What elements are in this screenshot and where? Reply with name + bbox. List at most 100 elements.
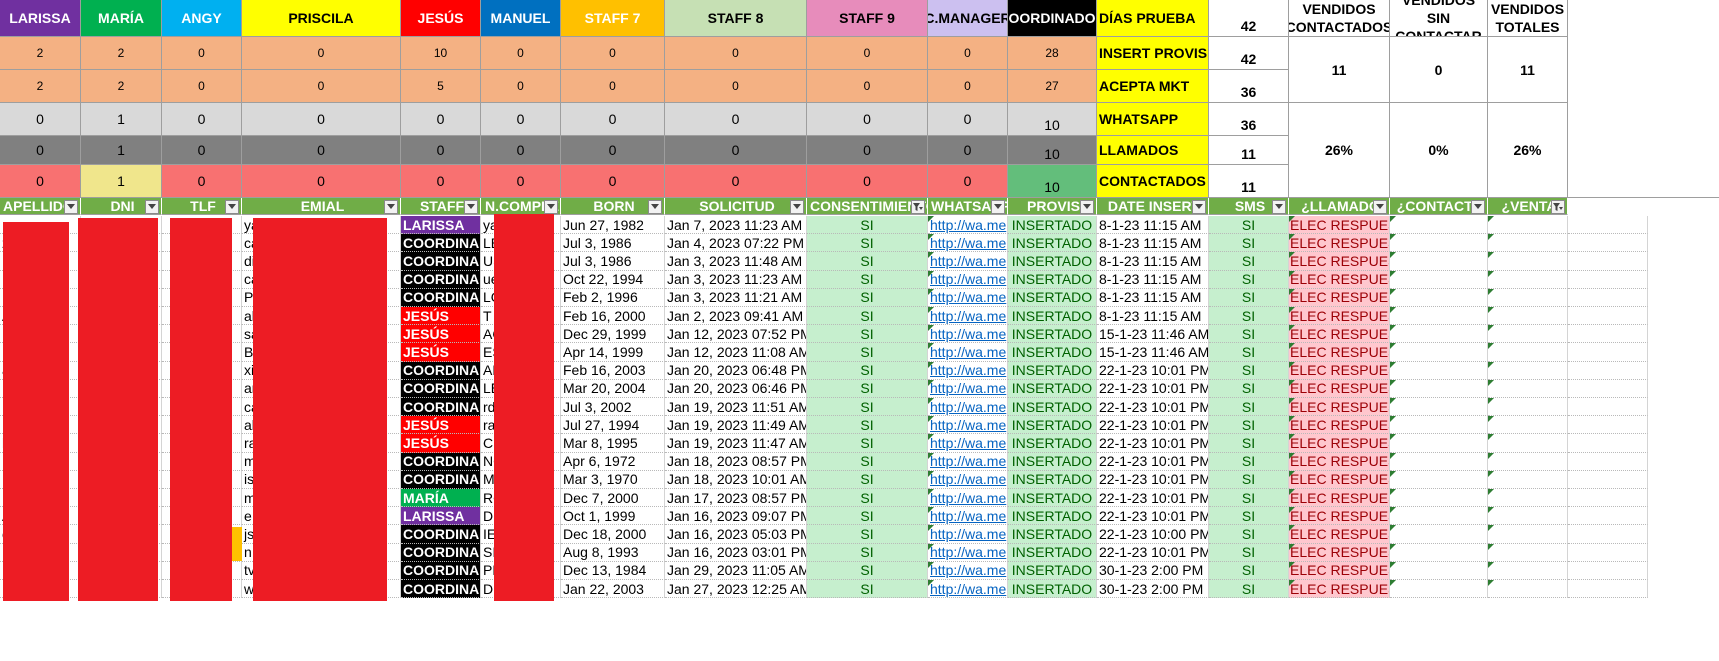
solicitud-cell[interactable]: Jan 20, 2023 06:48 PM (665, 361, 807, 380)
llamado-dropdown[interactable]: ELEC RESPUESTA (1289, 361, 1390, 380)
staff-cell[interactable]: LARISSA (401, 216, 481, 235)
whatsapp-link[interactable]: http://wa.me (928, 398, 1008, 417)
whatsapp-link[interactable]: http://wa.me (928, 525, 1008, 544)
column-header-venta[interactable]: ¿VENTA (1488, 198, 1568, 215)
contacto-cell[interactable] (1390, 325, 1488, 344)
column-header-n-comple[interactable]: N.COMPLE (481, 198, 561, 215)
whatsapp-link[interactable]: http://wa.me (928, 288, 1008, 307)
solicitud-cell[interactable]: Jan 3, 2023 11:21 AM (665, 288, 807, 307)
staff-cell[interactable]: JESÚS (401, 434, 481, 453)
column-header-sms[interactable]: SMS (1209, 198, 1289, 215)
born-cell[interactable]: Mar 8, 1995 (561, 434, 665, 453)
staff-cell[interactable]: COORDINADOR (401, 270, 481, 289)
staff-cell[interactable]: COORDINADOR (401, 398, 481, 417)
sms-cell[interactable]: SI (1209, 216, 1289, 235)
venta-cell[interactable] (1488, 252, 1568, 271)
filter-dropdown-icon[interactable] (145, 200, 159, 214)
venta-cell[interactable] (1488, 234, 1568, 253)
consentimiento-cell[interactable]: SI (807, 398, 928, 417)
date-insert-cell[interactable]: 8-1-23 11:15 AM (1097, 270, 1209, 289)
born-cell[interactable]: Oct 1, 1999 (561, 507, 665, 526)
contacto-cell[interactable] (1390, 452, 1488, 471)
date-insert-cell[interactable]: 22-1-23 10:01 PM (1097, 416, 1209, 435)
filter-dropdown-icon[interactable] (1373, 200, 1387, 214)
born-cell[interactable]: Feb 16, 2000 (561, 307, 665, 326)
staff-cell[interactable]: COORDINADOR (401, 234, 481, 253)
empty-cell[interactable] (1568, 234, 1648, 253)
staff-cell[interactable]: COORDINADOR (401, 252, 481, 271)
consentimiento-cell[interactable]: SI (807, 489, 928, 508)
consentimiento-cell[interactable]: SI (807, 361, 928, 380)
venta-cell[interactable] (1488, 343, 1568, 362)
born-cell[interactable]: Jul 3, 1986 (561, 234, 665, 253)
empty-cell[interactable] (1568, 543, 1648, 562)
consentimiento-cell[interactable]: SI (807, 325, 928, 344)
venta-cell[interactable] (1488, 216, 1568, 235)
whatsapp-link[interactable]: http://wa.me (928, 561, 1008, 580)
filter-active-icon[interactable] (911, 200, 925, 214)
born-cell[interactable]: Apr 14, 1999 (561, 343, 665, 362)
whatsapp-link[interactable]: http://wa.me (928, 343, 1008, 362)
consentimiento-cell[interactable]: SI (807, 379, 928, 398)
contacto-cell[interactable] (1390, 379, 1488, 398)
staff-cell[interactable]: COORDINADOR (401, 525, 481, 544)
date-insert-cell[interactable]: 22-1-23 10:01 PM (1097, 434, 1209, 453)
llamado-dropdown[interactable]: ELEC RESPUESTA (1289, 216, 1390, 235)
filter-dropdown-icon[interactable] (790, 200, 804, 214)
consentimiento-cell[interactable]: SI (807, 543, 928, 562)
contacto-cell[interactable] (1390, 234, 1488, 253)
consentimiento-cell[interactable]: SI (807, 416, 928, 435)
born-cell[interactable]: Dec 7, 2000 (561, 489, 665, 508)
born-cell[interactable]: Jul 3, 1986 (561, 252, 665, 271)
llamado-dropdown[interactable]: ELEC RESPUESTA (1289, 379, 1390, 398)
solicitud-cell[interactable]: Jan 19, 2023 11:51 AM (665, 398, 807, 417)
sms-cell[interactable]: SI (1209, 580, 1289, 599)
solicitud-cell[interactable]: Jan 4, 2023 07:22 PM (665, 234, 807, 253)
whatsapp-link[interactable]: http://wa.me (928, 452, 1008, 471)
column-header-llamado[interactable]: ¿LLAMADO (1289, 198, 1390, 215)
venta-cell[interactable] (1488, 307, 1568, 326)
date-insert-cell[interactable]: 8-1-23 11:15 AM (1097, 252, 1209, 271)
whatsapp-link[interactable]: http://wa.me (928, 234, 1008, 253)
sms-cell[interactable]: SI (1209, 307, 1289, 326)
filter-dropdown-icon[interactable] (64, 200, 78, 214)
sms-cell[interactable]: SI (1209, 343, 1289, 362)
consentimiento-cell[interactable]: SI (807, 216, 928, 235)
date-insert-cell[interactable]: 30-1-23 2:00 PM (1097, 561, 1209, 580)
empty-cell[interactable] (1568, 416, 1648, 435)
born-cell[interactable]: Jan 22, 2003 (561, 580, 665, 599)
born-cell[interactable]: Jun 27, 1982 (561, 216, 665, 235)
llamado-dropdown[interactable]: ELEC RESPUESTA (1289, 234, 1390, 253)
sms-cell[interactable]: SI (1209, 270, 1289, 289)
solicitud-cell[interactable]: Jan 16, 2023 09:07 PM (665, 507, 807, 526)
sms-cell[interactable]: SI (1209, 543, 1289, 562)
provis-cell[interactable]: INSERTADO (1008, 216, 1097, 235)
empty-cell[interactable] (1568, 270, 1648, 289)
staff-cell[interactable]: JESÚS (401, 343, 481, 362)
whatsapp-link[interactable]: http://wa.me (928, 307, 1008, 326)
llamado-dropdown[interactable]: ELEC RESPUESTA (1289, 343, 1390, 362)
date-insert-cell[interactable]: 22-1-23 10:01 PM (1097, 489, 1209, 508)
consentimiento-cell[interactable]: SI (807, 507, 928, 526)
whatsapp-link[interactable]: http://wa.me (928, 489, 1008, 508)
date-insert-cell[interactable]: 8-1-23 11:15 AM (1097, 288, 1209, 307)
venta-cell[interactable] (1488, 325, 1568, 344)
venta-cell[interactable] (1488, 288, 1568, 307)
whatsapp-link[interactable]: http://wa.me (928, 325, 1008, 344)
llamado-dropdown[interactable]: ELEC RESPUESTA (1289, 580, 1390, 599)
date-insert-cell[interactable]: 15-1-23 11:46 AM (1097, 325, 1209, 344)
empty-cell[interactable] (1568, 252, 1648, 271)
consentimiento-cell[interactable]: SI (807, 434, 928, 453)
provis-cell[interactable]: INSERTADO (1008, 288, 1097, 307)
sms-cell[interactable]: SI (1209, 379, 1289, 398)
staff-cell[interactable]: COORDINADOR (401, 470, 481, 489)
filter-dropdown-icon[interactable] (544, 200, 558, 214)
llamado-dropdown[interactable]: ELEC RESPUESTA (1289, 325, 1390, 344)
contacto-cell[interactable] (1390, 343, 1488, 362)
column-header-whatsapp[interactable]: WHATSAPP (928, 198, 1008, 215)
column-header-apellido[interactable]: APELLIDO (0, 198, 81, 215)
whatsapp-link[interactable]: http://wa.me (928, 361, 1008, 380)
staff-cell[interactable]: COORDINADOR (401, 561, 481, 580)
column-header-emial[interactable]: EMIAL (242, 198, 401, 215)
consentimiento-cell[interactable]: SI (807, 270, 928, 289)
